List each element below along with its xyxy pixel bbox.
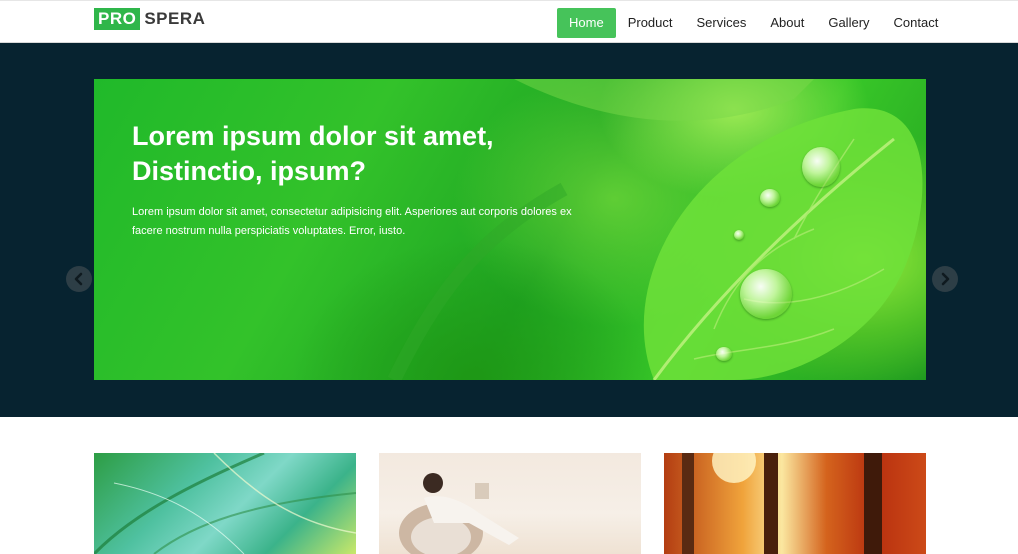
hero-carousel: Lorem ipsum dolor sit amet, Distinctio, … xyxy=(0,43,1018,417)
water-drop xyxy=(760,189,780,207)
logo-spera-text: SPERA xyxy=(144,9,206,28)
carousel-slide: Lorem ipsum dolor sit amet, Distinctio, … xyxy=(94,79,926,380)
carousel-prev-button[interactable] xyxy=(66,266,92,292)
logo-pro-text: PRO xyxy=(94,8,141,30)
slide-title-line1: Lorem ipsum dolor sit amet, xyxy=(132,121,494,151)
nav-item-home[interactable]: Home xyxy=(557,8,616,38)
nav-item-about[interactable]: About xyxy=(758,8,816,38)
card-image-autumn-forest[interactable] xyxy=(664,453,926,554)
main-nav: Home Product Services About Gallery Cont… xyxy=(557,8,950,38)
slide-title: Lorem ipsum dolor sit amet, Distinctio, … xyxy=(132,119,552,189)
site-header: PRO SPERA Home Product Services About Ga… xyxy=(0,0,1018,43)
card-image-woman-reading[interactable] xyxy=(379,453,641,554)
chevron-right-icon xyxy=(941,272,950,286)
carousel-next-button[interactable] xyxy=(932,266,958,292)
woman-reading-image xyxy=(399,473,519,554)
card-image-leaf-skeleton[interactable] xyxy=(94,453,356,554)
brand-logo[interactable]: PRO SPERA xyxy=(94,8,205,30)
slide-title-line2: Distinctio, ipsum? xyxy=(132,156,367,186)
nav-item-product[interactable]: Product xyxy=(616,8,685,38)
nav-item-services[interactable]: Services xyxy=(685,8,759,38)
leaf-skeleton-image xyxy=(94,453,356,554)
nav-item-gallery[interactable]: Gallery xyxy=(816,8,881,38)
nav-item-contact[interactable]: Contact xyxy=(882,8,951,38)
autumn-forest-image xyxy=(682,453,882,554)
water-drop xyxy=(734,230,744,240)
water-drop xyxy=(802,147,840,187)
chevron-left-icon xyxy=(74,272,83,286)
water-drop xyxy=(740,269,792,319)
water-drop xyxy=(716,347,732,361)
slide-description: Lorem ipsum dolor sit amet, consectetur … xyxy=(132,206,572,237)
